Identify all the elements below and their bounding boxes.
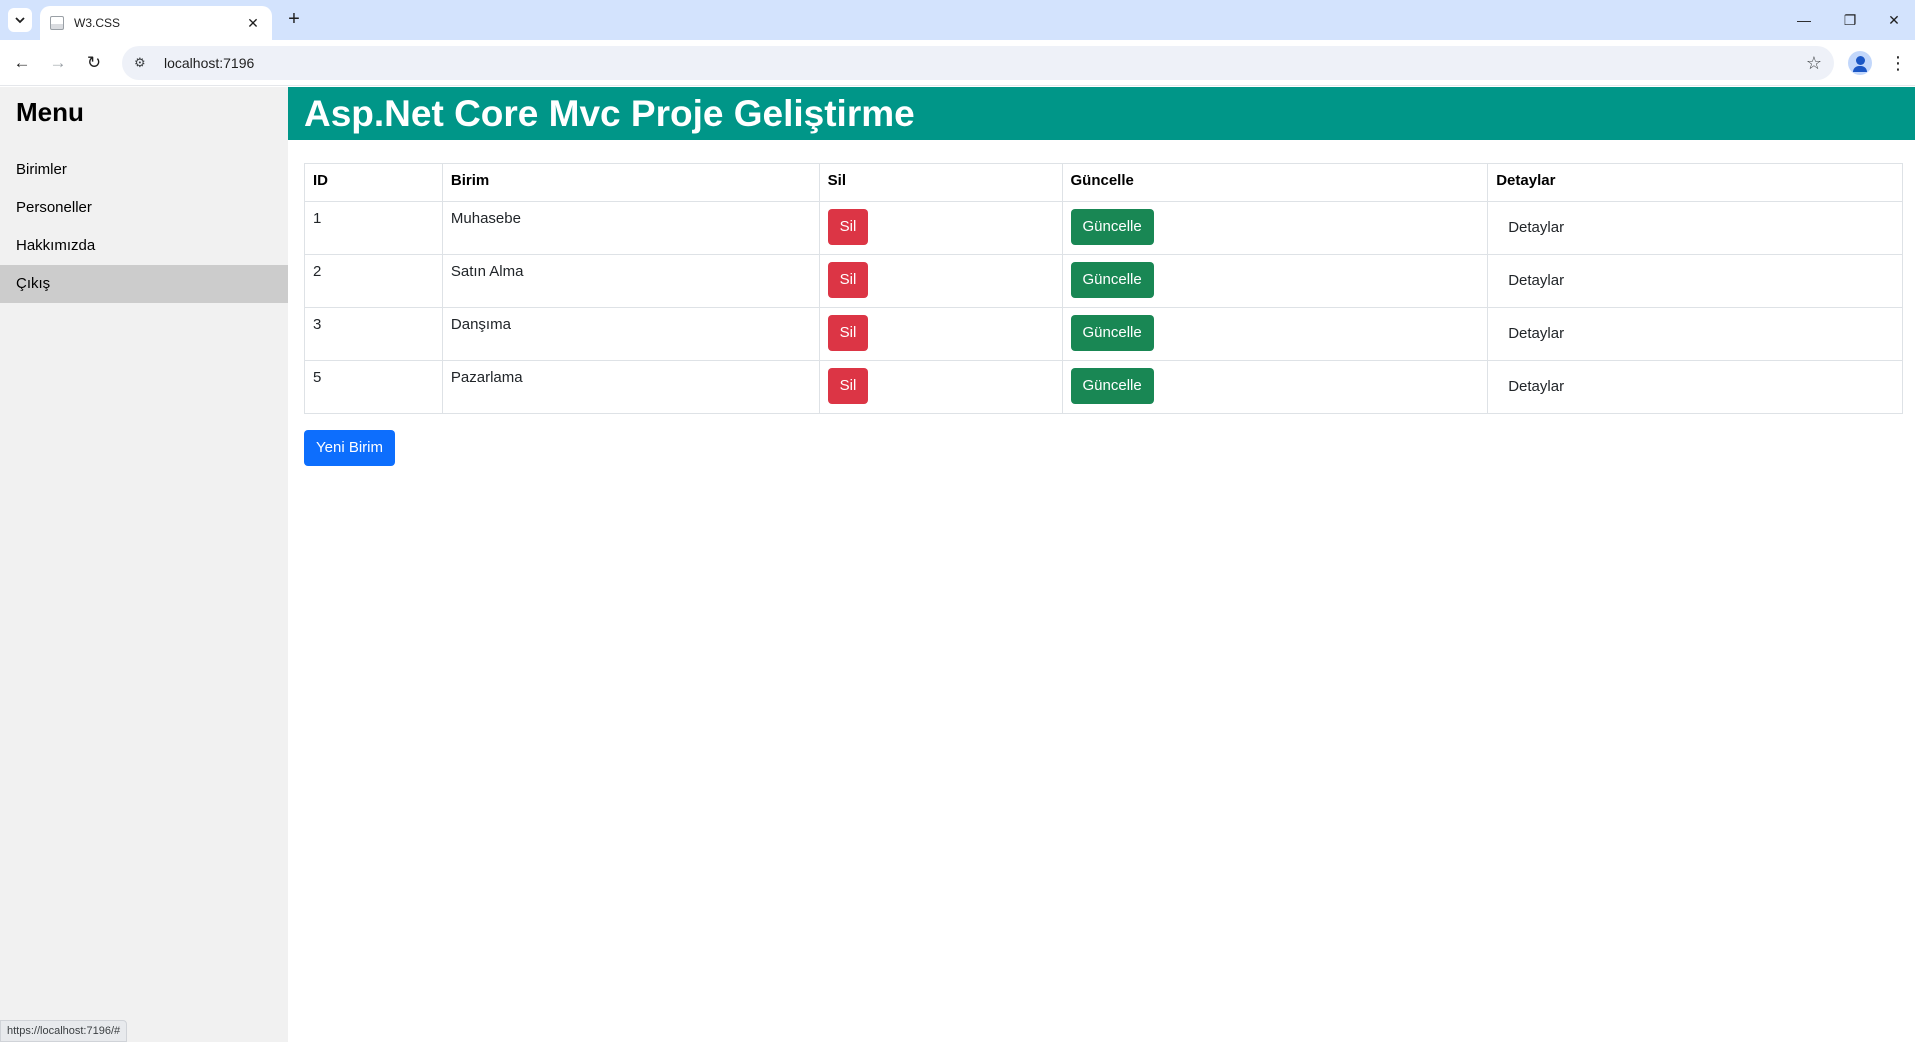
cell-detaylar: Detaylar: [1487, 201, 1903, 255]
delete-button[interactable]: Sil: [827, 262, 869, 298]
birim-table: ID Birim Sil Güncelle Detaylar 1 Muhaseb…: [304, 163, 1903, 414]
cell-id: 1: [304, 201, 443, 255]
sidebar: Menu Birimler Personeller Hakkımızda Çık…: [0, 87, 288, 1042]
details-link[interactable]: Detaylar: [1496, 210, 1576, 246]
table-row: 3 Danşıma Sil Güncelle Detaylar: [304, 307, 1903, 361]
column-header-detaylar: Detaylar: [1487, 163, 1903, 202]
cell-guncelle: Güncelle: [1061, 201, 1489, 255]
page-icon: [50, 16, 64, 30]
url-text[interactable]: localhost:7196: [164, 55, 1806, 71]
cell-birim: Pazarlama: [441, 360, 820, 414]
chevron-down-icon: [15, 17, 25, 24]
main-content: ID Birim Sil Güncelle Detaylar 1 Muhaseb…: [304, 163, 1903, 466]
profile-avatar[interactable]: [1848, 51, 1872, 75]
delete-button[interactable]: Sil: [827, 315, 869, 351]
cell-guncelle: Güncelle: [1061, 254, 1489, 308]
new-tab-button[interactable]: +: [282, 8, 306, 32]
new-birim-button[interactable]: Yeni Birim: [304, 430, 395, 466]
bookmark-star-icon[interactable]: ☆: [1806, 53, 1822, 74]
cell-sil: Sil: [818, 201, 1063, 255]
cell-id: 2: [304, 254, 443, 308]
cell-id: 5: [304, 360, 443, 414]
status-url: https://localhost:7196/#: [0, 1020, 128, 1042]
details-link[interactable]: Detaylar: [1496, 369, 1576, 405]
cell-birim: Satın Alma: [441, 254, 820, 308]
table-row: 1 Muhasebe Sil Güncelle Detaylar: [304, 201, 1903, 255]
update-button[interactable]: Güncelle: [1070, 209, 1154, 245]
table-row: 5 Pazarlama Sil Güncelle Detaylar: [304, 360, 1903, 414]
restore-button[interactable]: ❐: [1828, 6, 1872, 34]
cell-sil: Sil: [818, 307, 1063, 361]
cell-birim: Danşıma: [441, 307, 820, 361]
delete-button[interactable]: Sil: [827, 209, 869, 245]
sidebar-title: Menu: [16, 97, 84, 127]
cell-guncelle: Güncelle: [1061, 360, 1489, 414]
sidebar-item-birimler[interactable]: Birimler: [0, 151, 288, 189]
forward-button[interactable]: →: [44, 49, 72, 77]
column-header-birim: Birim: [441, 163, 820, 202]
address-bar[interactable]: ⚙ localhost:7196 ☆: [122, 46, 1834, 80]
person-icon: [1856, 56, 1865, 65]
close-icon[interactable]: ✕: [244, 15, 262, 32]
reload-button[interactable]: ↻: [80, 49, 108, 77]
cell-detaylar: Detaylar: [1487, 307, 1903, 361]
column-header-id: ID: [304, 163, 443, 202]
details-link[interactable]: Detaylar: [1496, 316, 1576, 352]
browser-toolbar: ← → ↻ ⚙ localhost:7196 ☆ ⋮: [0, 40, 1915, 86]
person-icon-body: [1853, 66, 1867, 72]
update-button[interactable]: Güncelle: [1070, 368, 1154, 404]
delete-button[interactable]: Sil: [827, 368, 869, 404]
tab-search-button[interactable]: [8, 8, 32, 32]
table-header-row: ID Birim Sil Güncelle Detaylar: [304, 163, 1903, 202]
update-button[interactable]: Güncelle: [1070, 262, 1154, 298]
cell-id: 3: [304, 307, 443, 361]
details-link[interactable]: Detaylar: [1496, 263, 1576, 299]
cell-detaylar: Detaylar: [1487, 360, 1903, 414]
sidebar-item-hakkimizda[interactable]: Hakkımızda: [0, 227, 288, 265]
sidebar-item-personeller[interactable]: Personeller: [0, 189, 288, 227]
page-header: Asp.Net Core Mvc Proje Geliştirme: [288, 87, 1915, 140]
column-header-sil: Sil: [818, 163, 1063, 202]
cell-guncelle: Güncelle: [1061, 307, 1489, 361]
minimize-button[interactable]: —: [1782, 6, 1826, 34]
new-button-wrapper: Yeni Birim: [304, 430, 1903, 466]
close-window-button[interactable]: ✕: [1872, 6, 1915, 34]
column-header-guncelle: Güncelle: [1061, 163, 1489, 202]
browser-tab[interactable]: W3.CSS ✕: [40, 6, 272, 40]
cell-sil: Sil: [818, 360, 1063, 414]
page-title: Asp.Net Core Mvc Proje Geliştirme: [304, 93, 915, 134]
cell-detaylar: Detaylar: [1487, 254, 1903, 308]
back-button[interactable]: ←: [8, 49, 36, 77]
cell-birim: Muhasebe: [441, 201, 820, 255]
tab-title: W3.CSS: [74, 16, 121, 30]
table-row: 2 Satın Alma Sil Güncelle Detaylar: [304, 254, 1903, 308]
cell-sil: Sil: [818, 254, 1063, 308]
browser-tab-bar: W3.CSS ✕ + — ❐ ✕: [0, 0, 1915, 40]
sidebar-item-cikis[interactable]: Çıkış: [0, 265, 288, 303]
site-settings-icon[interactable]: ⚙: [134, 55, 154, 71]
update-button[interactable]: Güncelle: [1070, 315, 1154, 351]
browser-menu-icon[interactable]: ⋮: [1886, 49, 1910, 77]
